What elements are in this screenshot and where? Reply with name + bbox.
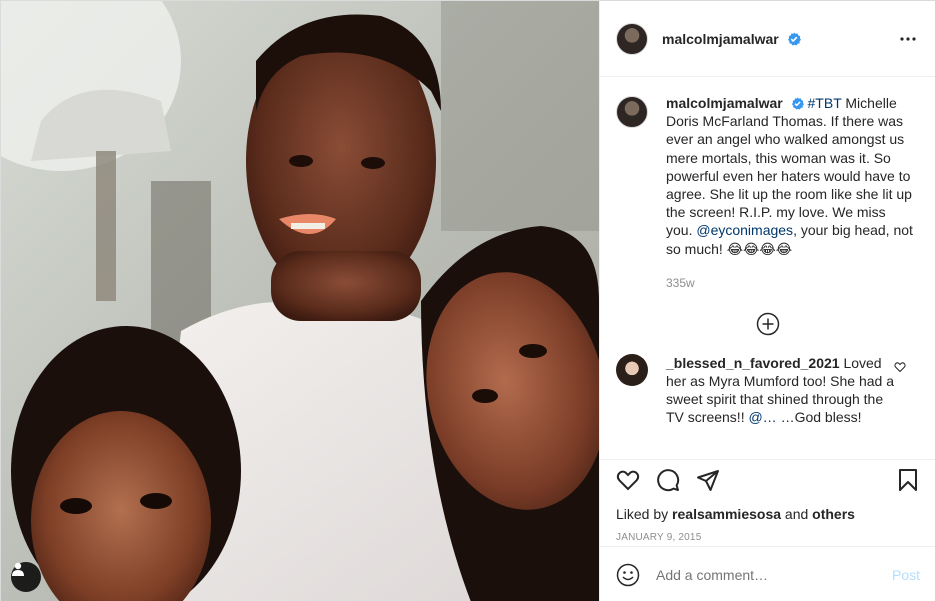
paper-plane-icon bbox=[697, 470, 719, 491]
header-username[interactable]: malcolmjamalwar bbox=[662, 31, 801, 47]
post-photo[interactable] bbox=[1, 1, 599, 601]
comment-text: _blessed_n_favored_2021 Loved her as Myr… bbox=[666, 354, 896, 427]
hashtag-link[interactable]: #TBT bbox=[808, 95, 842, 111]
caption-row: malcolmjamalwar #TBT Michelle Doris McFa… bbox=[616, 94, 920, 258]
avatar[interactable] bbox=[616, 22, 648, 55]
add-comment-bar: Post bbox=[600, 546, 935, 601]
comment-mention[interactable]: @… bbox=[748, 409, 776, 425]
post-side-panel: malcolmjamalwar malcolmjamalwar #TBT Mic… bbox=[599, 1, 935, 601]
action-icons bbox=[616, 460, 920, 500]
likes-prefix: Liked by bbox=[616, 506, 673, 522]
more-options-button[interactable] bbox=[896, 27, 920, 51]
post-actions: Liked by realsammiesosa and others JANUA… bbox=[600, 459, 935, 543]
likes-middle: and bbox=[781, 506, 813, 522]
comment-avatar[interactable] bbox=[616, 353, 648, 386]
post-date[interactable]: JANUARY 9, 2015 bbox=[616, 532, 920, 543]
mention-link[interactable]: @eyconimages bbox=[696, 222, 793, 238]
likes-others-link[interactable]: others bbox=[812, 506, 855, 522]
comment-like-button[interactable] bbox=[894, 360, 906, 378]
comment-input[interactable] bbox=[656, 566, 892, 583]
like-button[interactable] bbox=[616, 468, 640, 492]
bookmark-icon bbox=[899, 469, 917, 491]
comment-body-end: …God bless! bbox=[776, 409, 862, 426]
tagged-users-button[interactable] bbox=[11, 562, 41, 592]
heart-icon bbox=[616, 470, 640, 491]
comment-username[interactable]: _blessed_n_favored_2021 bbox=[666, 355, 840, 371]
comment-bubble-icon bbox=[657, 469, 680, 492]
plus-circle-icon bbox=[756, 312, 780, 336]
likes-summary: Liked by realsammiesosa and others bbox=[616, 506, 920, 522]
emoji-button[interactable] bbox=[616, 563, 640, 587]
user-icon bbox=[12, 562, 24, 576]
verified-badge-icon bbox=[787, 32, 801, 45]
post-comment-button[interactable]: Post bbox=[892, 567, 920, 583]
caption-body: Michelle Doris McFarland Thomas. If ther… bbox=[666, 95, 912, 239]
load-more-comments-button[interactable] bbox=[616, 312, 920, 336]
post-header: malcolmjamalwar bbox=[600, 1, 935, 77]
share-button[interactable] bbox=[696, 468, 720, 492]
comments-section[interactable]: malcolmjamalwar #TBT Michelle Doris McFa… bbox=[600, 78, 935, 458]
liked-by-user[interactable]: realsammiesosa bbox=[672, 506, 781, 522]
photo-illustration bbox=[1, 1, 599, 601]
verified-badge-icon bbox=[791, 97, 804, 110]
username-text[interactable]: malcolmjamalwar bbox=[662, 31, 779, 47]
caption-text: malcolmjamalwar #TBT Michelle Doris McFa… bbox=[666, 94, 914, 258]
save-button[interactable] bbox=[896, 468, 920, 492]
caption-username[interactable]: malcolmjamalwar bbox=[666, 95, 783, 111]
ellipsis-icon bbox=[900, 36, 916, 41]
comment-button[interactable] bbox=[656, 468, 680, 492]
instagram-post: malcolmjamalwar malcolmjamalwar #TBT Mic… bbox=[0, 0, 935, 601]
heart-icon bbox=[894, 362, 906, 373]
caption-timestamp[interactable]: 335w bbox=[666, 276, 920, 290]
smiley-icon bbox=[616, 563, 640, 586]
comment-item: _blessed_n_favored_2021 Loved her as Myr… bbox=[616, 353, 920, 427]
caption-avatar[interactable] bbox=[616, 96, 648, 128]
